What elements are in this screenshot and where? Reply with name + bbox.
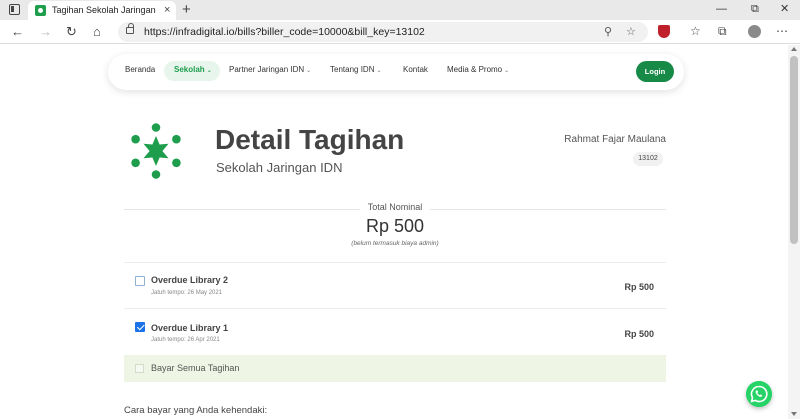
- chevron-down-icon: ⌄: [504, 68, 510, 74]
- home-icon[interactable]: ⌂: [93, 23, 101, 40]
- nav-item-label: Beranda: [125, 65, 156, 74]
- bill-item-checkbox[interactable]: [135, 322, 145, 332]
- nav-item-sekolah[interactable]: Sekolah ⌄: [174, 65, 212, 74]
- scroll-down-icon[interactable]: [791, 412, 797, 416]
- browser-tab-bar: Tagihan Sekolah Jaringan IDN × + — ⧉ ✕: [0, 0, 800, 20]
- scrollbar-thumb[interactable]: [790, 56, 798, 244]
- vertical-scrollbar[interactable]: [788, 45, 800, 419]
- chevron-down-icon: ⌄: [306, 68, 312, 74]
- bill-item-checkbox[interactable]: [135, 276, 145, 286]
- payment-method-prompt: Cara bayar yang Anda kehendaki:: [124, 405, 268, 416]
- page-title: Detail Tagihan: [215, 124, 405, 155]
- biller-logo-icon: [131, 123, 181, 179]
- login-button[interactable]: Login: [636, 61, 674, 82]
- tab-actions-icon[interactable]: [9, 4, 20, 15]
- divider: [124, 262, 666, 263]
- favorites-icon[interactable]: ☆: [690, 23, 701, 40]
- tab-close-icon[interactable]: ×: [164, 3, 170, 17]
- forward-icon[interactable]: →: [39, 23, 52, 40]
- bill-item-amount: Rp 500: [624, 329, 654, 339]
- customer-name: Rahmat Fajar Maulana: [564, 134, 666, 145]
- zoom-icon[interactable]: ⚲: [604, 24, 612, 40]
- page-content: Beranda Sekolah ⌄ Partner Jaringan IDN ⌄ T…: [0, 45, 788, 419]
- url-field[interactable]: https://infradigital.io/bills?biller_cod…: [118, 22, 648, 42]
- restore-icon[interactable]: ⧉: [751, 2, 759, 16]
- whatsapp-icon[interactable]: [746, 381, 772, 407]
- extension-shield-icon[interactable]: [658, 25, 670, 38]
- collections-icon[interactable]: ⧉: [718, 23, 727, 40]
- site-navbar: Beranda Sekolah ⌄ Partner Jaringan IDN ⌄ T…: [108, 54, 684, 90]
- bill-item-name: Overdue Library 1: [151, 323, 229, 333]
- address-bar: ← → ↻ ⌂ https://infradigital.io/bills?bi…: [0, 20, 800, 44]
- lock-icon[interactable]: [126, 23, 134, 34]
- total-note: (belum termasuk biaya admin): [351, 240, 439, 247]
- bill-item-amount: Rp 500: [624, 282, 654, 292]
- bill-item-name: Overdue Library 2: [151, 275, 229, 285]
- browser-tab[interactable]: Tagihan Sekolah Jaringan IDN ×: [28, 1, 176, 20]
- new-tab-icon[interactable]: +: [182, 1, 191, 18]
- nav-item-tentang-idn[interactable]: Tentang IDN ⌄: [330, 65, 382, 74]
- nav-item-media-promo[interactable]: Media & Promo ⌄: [447, 65, 509, 74]
- window-close-icon[interactable]: ✕: [780, 2, 789, 16]
- bill-item-due-date: Jatuh tempo: 26 Apr 2021: [151, 337, 220, 343]
- nav-item-label: Sekolah: [174, 65, 205, 74]
- total-label: Total Nominal: [360, 202, 430, 212]
- favorite-add-icon[interactable]: ☆: [626, 24, 636, 40]
- pay-all-row[interactable]: Bayar Semua Tagihan: [124, 355, 666, 382]
- scroll-up-icon[interactable]: [791, 47, 797, 51]
- minimize-icon[interactable]: —: [716, 2, 727, 16]
- total-amount: Rp 500: [365, 216, 425, 236]
- chevron-down-icon: ⌄: [206, 68, 212, 74]
- back-icon[interactable]: ←: [11, 23, 24, 40]
- nav-item-partner-jaringan-idn[interactable]: Partner Jaringan IDN ⌄: [229, 65, 311, 74]
- nav-item-label: Partner Jaringan IDN: [229, 65, 305, 74]
- customer-key-badge: 13102: [633, 152, 663, 166]
- bill-item-due-date: Jatuh tempo: 26 May 2021: [151, 290, 223, 296]
- chevron-down-icon: ⌄: [376, 68, 382, 74]
- url-text[interactable]: https://infradigital.io/bills?biller_cod…: [144, 26, 425, 38]
- bill-item-row[interactable]: Overdue Library 1 Jatuh tempo: 26 Apr 20…: [124, 309, 666, 354]
- reload-icon[interactable]: ↻: [66, 23, 77, 40]
- nav-item-kontak[interactable]: Kontak: [403, 65, 428, 74]
- more-menu-icon[interactable]: ⋯: [776, 23, 788, 40]
- nav-item-label: Tentang IDN: [330, 65, 375, 74]
- biller-name: Sekolah Jaringan IDN: [216, 160, 343, 175]
- nav-item-beranda[interactable]: Beranda: [125, 65, 155, 74]
- pay-all-label: Bayar Semua Tagihan: [151, 363, 240, 373]
- nav-item-label: Kontak: [403, 65, 428, 74]
- site-favicon-icon: [35, 5, 46, 16]
- nav-item-label: Media & Promo: [447, 65, 503, 74]
- bill-item-row[interactable]: Overdue Library 2 Jatuh tempo: 26 May 20…: [124, 264, 666, 309]
- tab-title: Tagihan Sekolah Jaringan IDN: [52, 5, 158, 15]
- pay-all-checkbox[interactable]: [135, 364, 144, 373]
- profile-avatar-icon[interactable]: [748, 25, 761, 38]
